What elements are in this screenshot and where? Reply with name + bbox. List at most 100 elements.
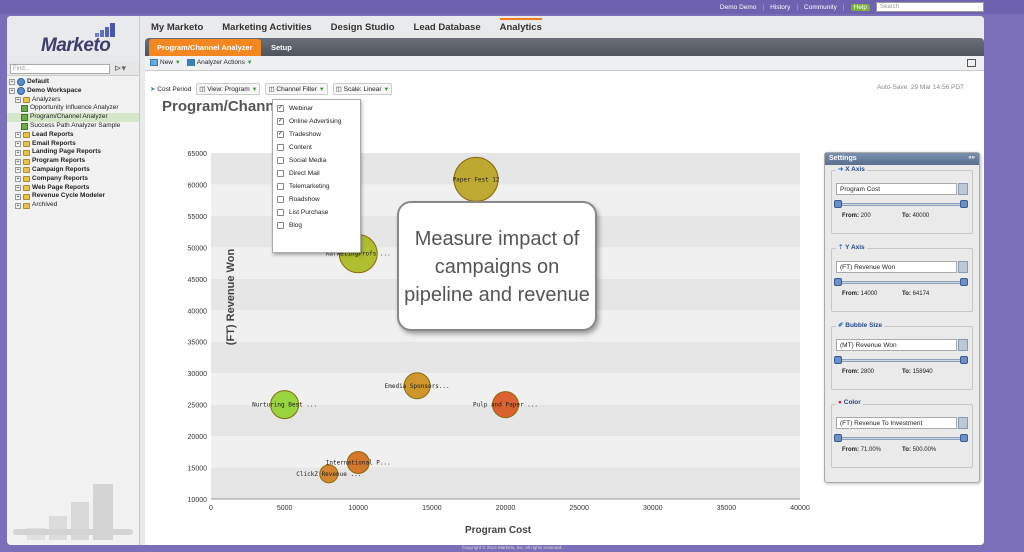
expand-icon[interactable]: + [15, 202, 21, 209]
filter-icon[interactable]: ⊳▾ [114, 63, 126, 74]
tree-item[interactable]: + Lead Reports [7, 131, 139, 140]
checkbox[interactable] [277, 144, 284, 151]
expand-icon[interactable]: + [15, 176, 21, 183]
slider-max-handle[interactable] [960, 278, 968, 286]
nav-tab[interactable]: Marketing Activities [222, 22, 311, 38]
new-button[interactable]: New ▼ [150, 59, 181, 67]
checkbox[interactable]: ✓ [277, 131, 284, 138]
x-tick-label: 20000 [496, 505, 516, 512]
nav-tab[interactable]: Design Studio [331, 22, 395, 38]
dropdown-arrow-icon[interactable] [958, 339, 968, 351]
tree-item[interactable]: + Default [7, 78, 139, 87]
channel-option[interactable]: ✓ Webinar [273, 102, 360, 115]
tree-item[interactable]: + Landing Page Reports [7, 148, 139, 157]
expand-icon[interactable]: + [15, 158, 21, 165]
channel-option[interactable]: Social Media [273, 154, 360, 167]
checkbox[interactable] [277, 183, 284, 190]
tree-item[interactable]: + Campaign Reports [7, 166, 139, 175]
tree-item[interactable]: Opportunity Influence Analyzer [7, 104, 139, 113]
nav-tab[interactable]: My Marketo [151, 22, 203, 38]
slider-min-handle[interactable] [834, 200, 842, 208]
channel-option[interactable]: ✓ Online Advertising [273, 115, 360, 128]
tab-program-channel-analyzer[interactable]: Program/Channel Analyzer [149, 39, 261, 56]
channel-option[interactable]: List Purchase [273, 206, 360, 219]
help-menu[interactable]: Help [850, 3, 870, 11]
bubble-size-range-slider[interactable] [836, 359, 968, 362]
tree-item[interactable]: + Archived [7, 201, 139, 210]
new-icon [150, 59, 158, 67]
expand-icon[interactable]: + [15, 167, 21, 174]
nav-tab[interactable]: Analytics [499, 18, 542, 38]
grid-band [211, 341, 800, 374]
global-search-input[interactable]: Search [876, 2, 984, 12]
channel-option[interactable]: Telemarketing [273, 180, 360, 193]
tree-item[interactable]: + Web Page Reports [7, 184, 139, 193]
slider-max-handle[interactable] [960, 200, 968, 208]
expand-icon[interactable]: + [9, 79, 15, 86]
channel-option[interactable]: Blog [273, 219, 360, 232]
checkbox[interactable] [277, 157, 284, 164]
community-link[interactable]: Community [804, 4, 837, 11]
tab-setup[interactable]: Setup [263, 41, 300, 55]
checkbox[interactable]: ✓ [277, 118, 284, 125]
expand-icon[interactable]: + [9, 88, 15, 95]
tree-item[interactable]: + Demo Workspace [7, 87, 139, 96]
y-axis-range-slider[interactable] [836, 281, 968, 284]
dropdown-arrow-icon[interactable] [958, 261, 968, 273]
expand-icon[interactable]: + [15, 132, 21, 139]
checkbox[interactable]: ✓ [277, 105, 284, 112]
expand-icon[interactable]: + [15, 96, 21, 103]
find-input[interactable]: Find... [10, 63, 110, 74]
y-axis-select[interactable]: (FT) Revenue Won [836, 261, 957, 273]
tree-item[interactable]: + Program Reports [7, 157, 139, 166]
slider-min-handle[interactable] [834, 356, 842, 364]
channel-option-label: Roadshow [289, 196, 320, 203]
tree-item[interactable]: Success Path Analyzer Sample [7, 122, 139, 131]
bubble-size-select[interactable]: (MT) Revenue Won [836, 339, 957, 351]
user-menu[interactable]: Demo Demo [720, 4, 756, 11]
scale-dropdown[interactable]: ◫ Scale: Linear ▼ [332, 83, 393, 95]
channel-option[interactable]: Roadshow [273, 193, 360, 206]
channel-filter-dropdown[interactable]: ◫ Channel Filter ▼ [265, 83, 328, 95]
channel-option[interactable]: ✓ Tradeshow [273, 128, 360, 141]
color-select[interactable]: (FT) Revenue To Investment [836, 417, 957, 429]
expand-icon[interactable]: + [15, 193, 21, 200]
y-tick-label: 20000 [188, 434, 208, 441]
nav-tab[interactable]: Lead Database [414, 22, 481, 38]
x-axis-select[interactable]: Program Cost [836, 183, 957, 195]
color-range-slider[interactable] [836, 437, 968, 440]
tree-item[interactable]: + Revenue Cycle Modeler [7, 192, 139, 201]
slider-min-handle[interactable] [834, 278, 842, 286]
tree-item[interactable]: + Company Reports [7, 175, 139, 184]
dropdown-arrow-icon[interactable] [958, 183, 968, 195]
expand-icon[interactable]: + [15, 149, 21, 156]
actions-icon [186, 59, 195, 67]
tree-item[interactable]: + Analyzers [7, 96, 139, 105]
x-axis-range: From: 200 To: 40000 [842, 213, 930, 219]
expand-icon[interactable]: + [15, 184, 21, 191]
x-axis-label: Program Cost [465, 525, 532, 536]
collapse-icon[interactable]: «» [968, 155, 975, 161]
view-dropdown[interactable]: ◫ View: Program ▼ [196, 83, 261, 95]
checkbox[interactable] [277, 222, 284, 229]
dropdown-arrow-icon[interactable] [958, 417, 968, 429]
slider-max-handle[interactable] [960, 356, 968, 364]
analyzer-actions-button[interactable]: Analyzer Actions ▼ [186, 59, 253, 67]
x-axis-range-slider[interactable] [836, 203, 968, 206]
history-menu[interactable]: History [770, 4, 790, 11]
cost-period-button[interactable]: ➤ Cost Period [150, 85, 191, 93]
x-tick-label: 25000 [569, 505, 589, 512]
tree-item[interactable]: + Email Reports [7, 140, 139, 149]
checkbox[interactable] [277, 196, 284, 203]
bubble-label: International P... [326, 460, 391, 467]
slider-max-handle[interactable] [960, 434, 968, 442]
tree-scrollbar[interactable] [13, 529, 133, 535]
checkbox[interactable] [277, 170, 284, 177]
checkbox[interactable] [277, 209, 284, 216]
expand-icon[interactable]: + [15, 140, 21, 147]
tree-item[interactable]: Program/Channel Analyzer [7, 113, 139, 122]
channel-option[interactable]: Content [273, 141, 360, 154]
slider-min-handle[interactable] [834, 434, 842, 442]
maximize-icon[interactable] [967, 59, 976, 67]
channel-option[interactable]: Direct Mail [273, 167, 360, 180]
